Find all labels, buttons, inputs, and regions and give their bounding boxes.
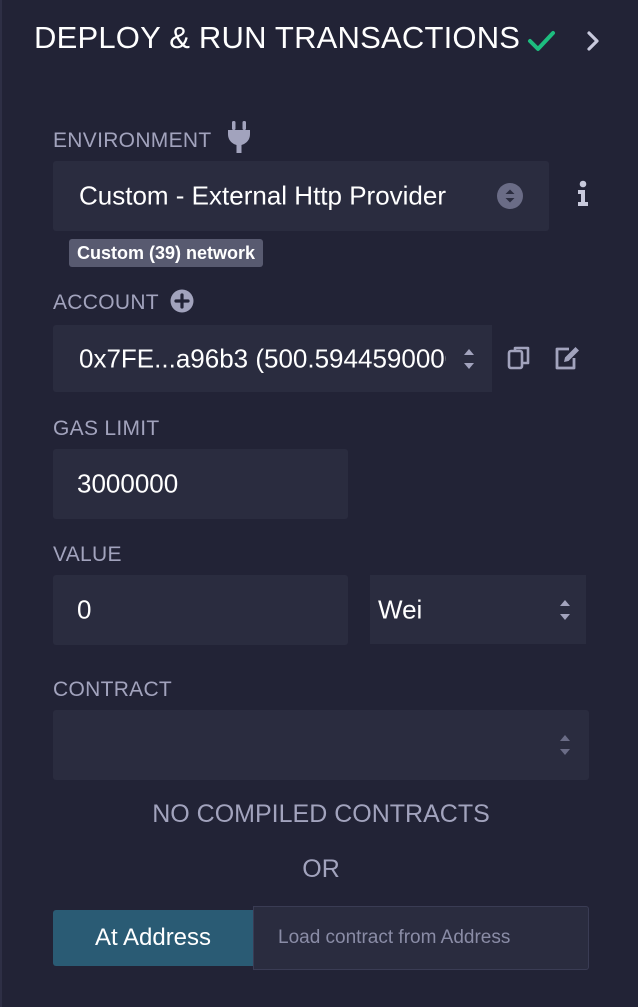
select-arrows-icon bbox=[560, 600, 570, 620]
contract-select[interactable] bbox=[53, 710, 589, 780]
account-selected-value: 0x7FE...a96b3 (500.594459000000000000 et… bbox=[79, 343, 446, 373]
contract-label: CONTRACT bbox=[53, 678, 173, 701]
chevron-right-icon[interactable] bbox=[582, 28, 604, 54]
no-contracts-message: NO COMPILED CONTRACTS bbox=[152, 800, 490, 828]
select-arrows-icon bbox=[560, 735, 570, 755]
value-unit-select[interactable]: Wei bbox=[370, 575, 586, 644]
value-label: VALUE bbox=[53, 543, 122, 566]
environment-label: ENVIRONMENT bbox=[53, 129, 212, 152]
or-divider-text: OR bbox=[302, 855, 340, 883]
deploy-run-panel: DEPLOY & RUN TRANSACTIONS ENVIRONMENT Cu… bbox=[0, 0, 638, 1007]
select-arrows-icon bbox=[464, 349, 474, 369]
value-unit: Wei bbox=[378, 594, 423, 624]
gas-limit-input[interactable]: 3000000 bbox=[53, 449, 348, 519]
select-arrows-icon bbox=[497, 183, 523, 209]
plus-circle-icon[interactable] bbox=[170, 289, 194, 313]
info-icon[interactable] bbox=[576, 180, 590, 208]
gas-limit-label: GAS LIMIT bbox=[53, 417, 160, 440]
at-address-button[interactable]: At Address bbox=[53, 910, 253, 966]
value-amount-input[interactable]: 0 bbox=[53, 575, 348, 645]
edit-icon[interactable] bbox=[553, 345, 581, 371]
value-amount: 0 bbox=[77, 594, 92, 625]
load-contract-address-input[interactable] bbox=[253, 906, 589, 970]
environment-selected-value: Custom - External Http Provider bbox=[79, 180, 447, 211]
plug-icon bbox=[228, 121, 250, 153]
copy-icon[interactable] bbox=[507, 345, 531, 371]
environment-select[interactable]: Custom - External Http Provider bbox=[53, 161, 549, 231]
panel-title: DEPLOY & RUN TRANSACTIONS bbox=[34, 20, 521, 55]
network-badge: Custom (39) network bbox=[69, 239, 264, 267]
gas-limit-value: 3000000 bbox=[77, 468, 179, 499]
account-select[interactable]: 0x7FE...a96b3 (500.594459000000000000 et… bbox=[53, 325, 492, 392]
check-icon bbox=[528, 31, 555, 51]
account-label: ACCOUNT bbox=[53, 291, 159, 314]
